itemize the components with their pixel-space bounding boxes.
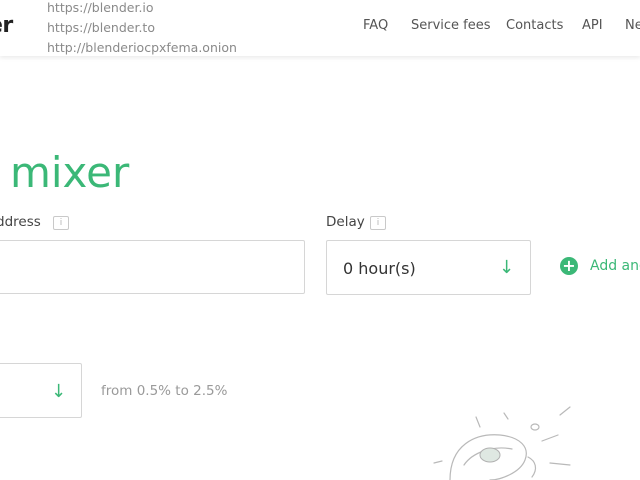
mirror-link-to[interactable]: https://blender.to [47, 18, 237, 38]
nav-news[interactable]: Ne [625, 18, 640, 33]
address-input[interactable] [0, 240, 305, 294]
header: er https://blender.io https://blender.to… [0, 0, 640, 56]
delay-select[interactable]: 0 hour(s) ↓ [326, 240, 531, 295]
address-label: ddress [0, 214, 41, 230]
arrow-down-icon: ↓ [51, 381, 67, 402]
info-icon[interactable]: i [53, 216, 69, 230]
nav-contacts[interactable]: Contacts [506, 18, 563, 33]
info-icon[interactable]: i [370, 216, 386, 230]
nav-faq[interactable]: FAQ [363, 18, 388, 33]
page-title: n mixer [0, 148, 130, 198]
fee-range-hint: from 0.5% to 2.5% [101, 383, 228, 399]
mirror-link-onion[interactable]: http://blenderiocpxfema.onion [47, 38, 237, 58]
page: er https://blender.io https://blender.to… [0, 0, 640, 480]
delay-select-value: 0 hour(s) [343, 259, 416, 278]
plus-circle-icon: + [560, 257, 578, 275]
logo[interactable]: er [0, 13, 13, 38]
delay-label: Delay [326, 214, 365, 230]
mixer-illustration [433, 406, 571, 480]
mirror-link-io[interactable]: https://blender.io [47, 0, 237, 18]
mirror-links: https://blender.io https://blender.to ht… [47, 0, 237, 58]
nav-service-fees[interactable]: Service fees [411, 18, 491, 33]
fee-select[interactable]: ↓ [0, 363, 82, 418]
arrow-down-icon: ↓ [499, 257, 515, 278]
nav-api[interactable]: API [582, 18, 603, 33]
add-another-label: Add anc [590, 258, 640, 274]
